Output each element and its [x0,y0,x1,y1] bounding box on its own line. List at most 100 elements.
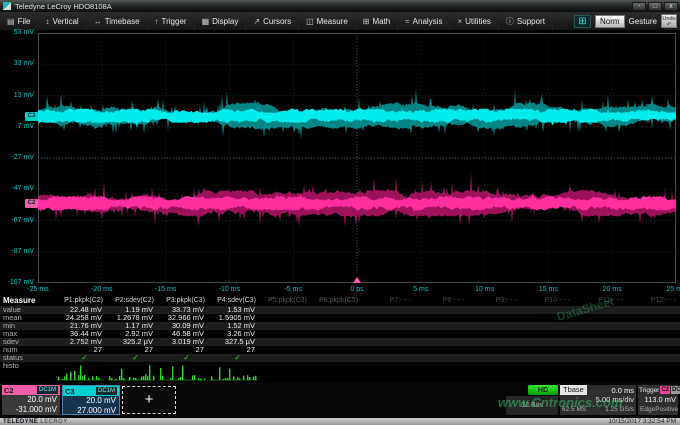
x-axis-label: -10 ms [219,286,240,293]
hd-mode-badge: HD [528,385,558,395]
gesture-button[interactable]: Gesture [629,17,657,26]
y-axis-label: 13 mV [0,92,34,100]
measure-row-histo: histo [0,362,680,383]
channel-descriptor-c3[interactable]: C3 DC1M 20.0 mV 27.000 mV [62,385,120,415]
menu-item-label: Analysis [413,17,443,26]
x-axis-label: 20 ms [603,286,622,293]
measure-col-header[interactable]: P5:pkpk(C3) [259,296,310,306]
status-check-icon: ✓ [157,354,208,362]
scope-grid[interactable] [38,33,676,283]
window-controls: - □ x [632,2,678,11]
measure-header-row: MeasureP1:pkpk(C2)P2:sdev(C2)P3:pkpk(C3)… [0,296,680,306]
measure-col-header[interactable]: P7:- - - [361,296,414,306]
menu-item-file[interactable]: ▤File [0,12,38,30]
channel-c2-offset: -31.000 mV [2,405,60,415]
timebase-sampling: 62.5 MS 1.25 GS/s [560,405,636,415]
measure-col-header[interactable]: P12:- - - [626,296,679,306]
brand-teledyne: TELEDYNE [3,419,38,425]
menu-item-math[interactable]: ⊞Math [356,12,399,30]
menu-item-trigger[interactable]: ↑Trigger [148,12,195,30]
undo-button[interactable]: Undo ↶ [661,14,677,28]
utilities-icon: × [457,17,462,26]
menu-item-vertical[interactable]: ↕Vertical [38,12,86,30]
y-axis-label: -27 mV [0,154,34,162]
menu-item-cursors[interactable]: ↗Cursors [246,12,299,30]
cursors-icon: ↗ [253,17,260,26]
menu-item-display[interactable]: ▦Display [195,12,247,30]
x-axis-label: 15 ms [539,286,558,293]
histo-sparkline [157,362,208,383]
channel-c3-id: C3 [65,387,75,396]
x-axis-label: 10 ms [475,286,494,293]
channel-descriptor-c2[interactable]: C2 DC1M 20.0 mV -31.000 mV [2,385,60,415]
trigger-type: Edge [640,405,655,415]
channel-c2-vdiv: 20.0 mV [2,395,60,405]
measure-row-label: histo [0,362,55,383]
measure-col-header[interactable]: P11:- - - [573,296,626,306]
trace-tab-c3[interactable]: C3 [25,112,38,121]
window-title: Teledyne LeCroy HDO8108A [15,2,112,11]
menu-item-utilities[interactable]: ×Utilities [450,12,498,30]
trigger-header: Trigger C2 DC [638,385,678,395]
menu-item-label: Utilities [465,17,491,26]
timebase-label: Tbase [560,385,587,395]
channel-c3-header: C3 DC1M [63,386,119,396]
brand-lecroy: LECROY [40,419,67,425]
histo-sparkline-svg [157,364,208,381]
menu-item-label: Display [212,17,238,26]
menu-item-label: Support [517,17,545,26]
menu-item-measure[interactable]: ◫Measure [299,12,356,30]
add-trace-button[interactable]: + [122,386,176,414]
histo-sparkline-svg [208,364,259,381]
measure-row-max: max36.44 mV2.92 mV46.58 mV3.26 mV [0,330,680,338]
measure-col-header[interactable]: P9:- - - [467,296,520,306]
timebase-scale: 5.00 ms/div [560,395,636,405]
menu-item-timebase[interactable]: ↔Timebase [87,12,148,30]
x-axis-label: -25 ms [27,286,48,293]
x-axis-label: 25 ms [666,286,680,293]
status-check-icon: ✓ [106,354,157,362]
timebase-samples: 62.5 MS [562,405,586,415]
menu-item-label: Trigger [162,17,187,26]
close-button[interactable]: x [664,2,678,11]
timebase-descriptor[interactable]: Tbase 0.0 ms 5.00 ms/div 62.5 MS 1.25 GS… [560,385,636,415]
trigger-label: Trigger [639,387,659,394]
grid-layout-button[interactable]: ⊞ [574,15,591,28]
waveform-display[interactable]: 53 mV33 mV13 mV-7 mV-27 mV-47 mV-67 mV-8… [0,31,680,296]
y-axis-label: -67 mV [0,217,34,225]
channel-c3-coupling-badge: DC1M [96,387,117,395]
measure-row-sdev: sdev2.752 mV325.2 µV3.019 mV327.5 µV [0,338,680,346]
status-check-icon: ✓ [208,354,259,362]
menu-item-analysis[interactable]: ≈ Analysis [398,12,450,30]
x-axis-label: -5 ms [284,286,302,293]
minimize-button[interactable]: - [632,2,646,11]
file-icon: ▤ [7,17,15,26]
measure-col-header[interactable]: P8:- - - [414,296,467,306]
trigger-mode: Edge Positive [638,405,678,415]
oscilloscope-app: Teledyne LeCroy HDO8108A - □ x ▤File↕Ver… [0,0,680,425]
timebase-delay: 0.0 ms [611,386,636,395]
display-icon: ▦ [202,17,210,26]
histo-sparkline [208,362,259,383]
maximize-button[interactable]: □ [648,2,662,11]
trigger-slope: Positive [655,405,678,415]
y-axis-label: -47 mV [0,185,34,193]
trigger-descriptor[interactable]: Trigger C2 DC 113.0 mV Edge Positive [638,385,678,415]
menu-item-label: Measure [317,17,348,26]
measure-icon: ◫ [306,17,314,26]
vertical-icon: ↕ [45,17,49,26]
app-logo-icon [3,2,11,10]
x-axis-label: -15 ms [155,286,176,293]
trace-tab-c2[interactable]: C2 [25,199,38,208]
analysis-icon: ≈ [405,17,409,26]
footer-bar: TELEDYNE LECROY 10/15/2017 3:32:54 PM [0,418,680,425]
measure-col-header[interactable]: P6:pkpk(C5) [310,296,361,306]
trigger-time-marker[interactable] [353,277,361,283]
norm-button[interactable]: Norm [595,15,625,28]
channel-c2-header: C2 DC1M [2,385,60,395]
histo-sparkline-svg [106,364,157,381]
menu-item-support[interactable]: ⓘSupport [499,12,553,30]
measure-col-header[interactable]: P10:- - - [520,296,573,306]
channel-c2-coupling-badge: DC1M [37,386,58,394]
timebase-rate: 1.25 GS/s [605,405,634,415]
